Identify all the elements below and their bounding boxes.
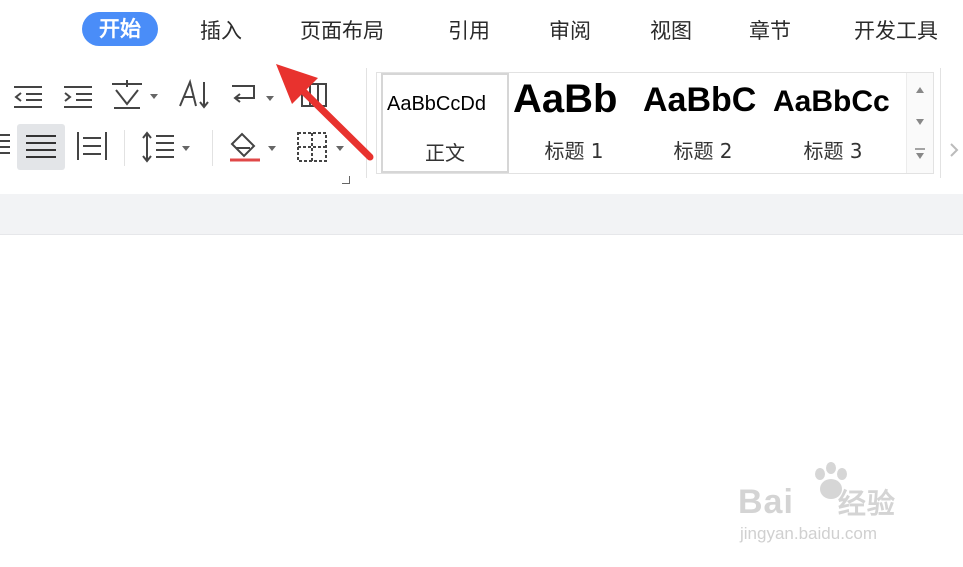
tab-references[interactable]: 引用	[448, 14, 490, 48]
gallery-expand-icon[interactable]	[907, 139, 933, 169]
style-heading-2[interactable]: AaBbC 标题 2	[639, 73, 767, 173]
tab-home[interactable]: 开始	[82, 12, 158, 46]
tab-chapter[interactable]: 章节	[749, 14, 791, 48]
text-direction-icon[interactable]	[176, 78, 212, 112]
tab-developer[interactable]: 开发工具	[854, 14, 938, 48]
style-preview: AaBb	[513, 77, 618, 121]
style-gallery: AaBbCcDd 正文 AaBb 标题 1 AaBbC 标题 2 AaBbCc …	[376, 72, 934, 174]
show-hide-icon[interactable]	[296, 78, 332, 112]
scroll-up-icon[interactable]	[907, 75, 933, 105]
style-heading-3[interactable]: AaBbCc 标题 3	[769, 73, 897, 173]
style-name: 标题 3	[803, 139, 863, 163]
style-name: 标题 1	[544, 139, 604, 163]
chevron-right-icon[interactable]	[948, 140, 960, 160]
baidu-jingyan-watermark: Bai 经验 jingyan.baidu.com	[738, 462, 918, 552]
watermark-brand: Bai 经验	[738, 483, 896, 521]
separator	[366, 68, 367, 178]
tab-view[interactable]: 视图	[650, 14, 692, 48]
style-heading-1[interactable]: AaBb 标题 1	[511, 73, 637, 173]
style-name: 正文	[425, 141, 465, 165]
gallery-scrollbar	[906, 73, 933, 173]
watermark-url: jingyan.baidu.com	[740, 524, 878, 543]
home-toolbar: AaBbCcDd 正文 AaBb 标题 1 AaBbC 标题 2 AaBbCc …	[0, 62, 963, 194]
style-preview: AaBbCcDd	[387, 93, 486, 115]
ribbon-tabs: 开始 插入 页面布局 引用 审阅 视图 章节 开发工具	[0, 0, 963, 62]
paragraph-mark-icon[interactable]	[228, 78, 278, 112]
distributed-align-icon[interactable]	[74, 130, 110, 164]
decrease-indent-icon[interactable]	[10, 82, 46, 110]
style-preview: AaBbCc	[773, 85, 890, 118]
justify-icon[interactable]	[17, 124, 65, 170]
borders-icon[interactable]	[294, 130, 352, 164]
chinese-layout-icon[interactable]	[108, 78, 164, 112]
separator	[212, 130, 213, 166]
line-spacing-icon[interactable]	[138, 130, 198, 164]
wps-writer-window: 开始 插入 页面布局 引用 审阅 视图 章节 开发工具 AaBbCcDd 正文 …	[0, 0, 963, 567]
tab-insert[interactable]: 插入	[200, 14, 242, 48]
tab-page-layout[interactable]: 页面布局	[300, 14, 384, 48]
scroll-down-icon[interactable]	[907, 107, 933, 137]
increase-indent-icon[interactable]	[60, 82, 96, 110]
style-preview: AaBbC	[643, 81, 757, 119]
shading-icon[interactable]	[226, 130, 282, 164]
style-normal[interactable]: AaBbCcDd 正文	[381, 73, 509, 173]
style-name: 标题 2	[673, 139, 733, 163]
paragraph-settings-launcher[interactable]	[342, 176, 350, 184]
ribbon-bottom-band	[0, 194, 963, 235]
align-left-icon[interactable]	[0, 126, 12, 160]
separator	[124, 130, 125, 166]
tab-review[interactable]: 审阅	[549, 14, 591, 48]
separator	[940, 68, 941, 178]
